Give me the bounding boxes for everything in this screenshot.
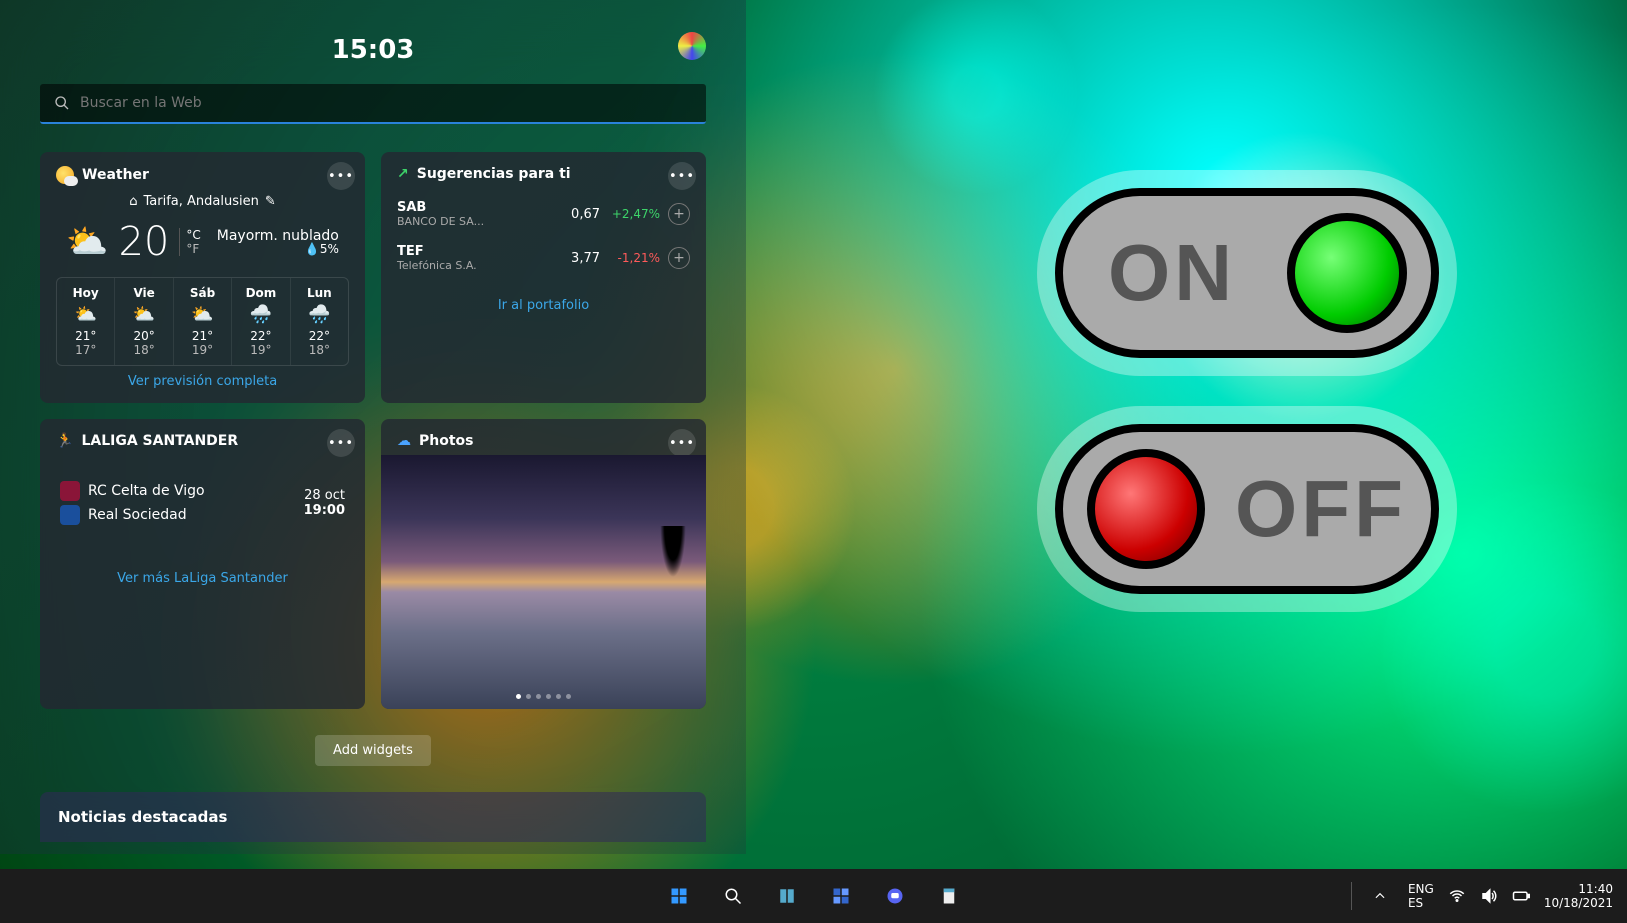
battery-icon[interactable] [1512,887,1530,905]
taskview-button[interactable] [765,874,809,918]
photos-icon: ☁ [397,433,411,449]
weather-full-forecast-link[interactable]: Ver previsión completa [56,374,349,389]
switch-off-label: OFF [1235,463,1407,555]
add-widgets-button[interactable]: Add widgets [315,735,431,766]
photos-more-button[interactable]: ••• [668,429,696,457]
language-switcher[interactable]: ENGES [1408,882,1434,911]
windows-icon [670,887,688,905]
taskbar-search-button[interactable] [711,874,755,918]
widgets-taskbar-button[interactable] [819,874,863,918]
team2-name: Real Sociedad [88,507,187,523]
chevron-up-icon [1373,889,1387,903]
team-badge-icon [60,481,80,501]
photo-pager-dots[interactable] [381,694,706,699]
weather-now-icon: ⛅ [66,222,108,262]
sports-more-button[interactable]: ••• [327,429,355,457]
stocks-title: Sugerencias para ti [417,166,571,182]
chat-button[interactable] [873,874,917,918]
taskview-icon [778,887,796,905]
weather-title: Weather [82,167,149,183]
stocks-more-button[interactable]: ••• [668,162,696,190]
document-icon [940,887,958,905]
weather-units[interactable]: °C°F [179,228,200,256]
search-bar[interactable] [40,84,706,124]
stocks-widget[interactable]: ↗ Sugerencias para ti ••• SABBANCO DE SA.… [381,152,706,403]
led-green-icon [1287,213,1407,333]
news-header[interactable]: Noticias destacadas [40,792,706,842]
location-pin-icon: ⌂ [129,194,137,209]
chat-icon [886,887,904,905]
photos-title: Photos [419,433,474,449]
led-red-icon [1087,449,1205,569]
switch-on-label: ON [1087,227,1257,319]
photo-image[interactable] [381,455,706,709]
weather-icon [56,166,74,184]
weather-location: Tarifa, Andalusien [144,194,259,209]
search-input[interactable] [80,95,692,111]
weather-humidity: 💧5% [211,242,339,256]
sports-icon: 🏃 [56,433,73,449]
photos-widget[interactable]: ☁ Photos ••• [381,419,706,709]
tray-chevron-button[interactable] [1366,874,1394,918]
match-row[interactable]: RC Celta de Vigo Real Sociedad 28 oct19:… [56,459,349,547]
volume-icon[interactable] [1480,887,1498,905]
notepad-app-button[interactable] [927,874,971,918]
forecast-day[interactable]: Hoy⛅21°17° [57,278,114,365]
search-icon [54,95,70,111]
match-date: 28 oct [304,488,345,503]
weather-more-button[interactable]: ••• [327,162,355,190]
team-badge-icon [60,505,80,525]
onoff-graphic: ON OFF [1037,170,1457,642]
taskbar: ENGES 11:4010/18/2021 [0,869,1627,923]
forecast-day[interactable]: Vie⛅20°18° [114,278,172,365]
forecast-day[interactable]: Dom🌧️22°19° [231,278,289,365]
start-button[interactable] [657,874,701,918]
match-time: 19:00 [304,503,345,518]
search-icon [724,887,742,905]
stocks-portfolio-link[interactable]: Ir al portafolio [397,298,690,313]
forecast-day[interactable]: Lun🌧️22°18° [290,278,348,365]
edit-location-icon[interactable]: ✎ [265,194,276,209]
add-stock-icon[interactable]: + [668,247,690,269]
stocks-icon: ↗ [397,166,409,182]
team1-name: RC Celta de Vigo [88,483,205,499]
stock-row[interactable]: SABBANCO DE SA... 0,67 +2,47% + [397,192,690,236]
user-avatar[interactable] [678,32,706,60]
widgets-clock: 15:03 [332,35,415,65]
weather-location-row[interactable]: ⌂ Tarifa, Andalusien ✎ [56,194,349,209]
forecast-day[interactable]: Sáb⛅21°19° [173,278,231,365]
sports-widget[interactable]: 🏃 LALIGA SANTANDER ••• RC Celta de Vigo R… [40,419,365,709]
sports-more-link[interactable]: Ver más LaLiga Santander [56,571,349,586]
sports-title: LALIGA SANTANDER [81,433,238,449]
add-stock-icon[interactable]: + [668,203,690,225]
widgets-panel: 15:03 Weather ••• ⌂ Tarifa, Andalusien ✎… [0,0,746,854]
wifi-icon[interactable] [1448,887,1466,905]
taskbar-clock[interactable]: 11:4010/18/2021 [1544,882,1613,911]
weather-temp: 20 [118,219,169,265]
weather-widget[interactable]: Weather ••• ⌂ Tarifa, Andalusien ✎ ⛅ 20 … [40,152,365,403]
stock-row[interactable]: TEFTelefónica S.A. 3,77 -1,21% + [397,236,690,280]
widgets-icon [832,887,850,905]
weather-forecast: Hoy⛅21°17° Vie⛅20°18° Sáb⛅21°19° Dom🌧️22… [56,277,349,366]
